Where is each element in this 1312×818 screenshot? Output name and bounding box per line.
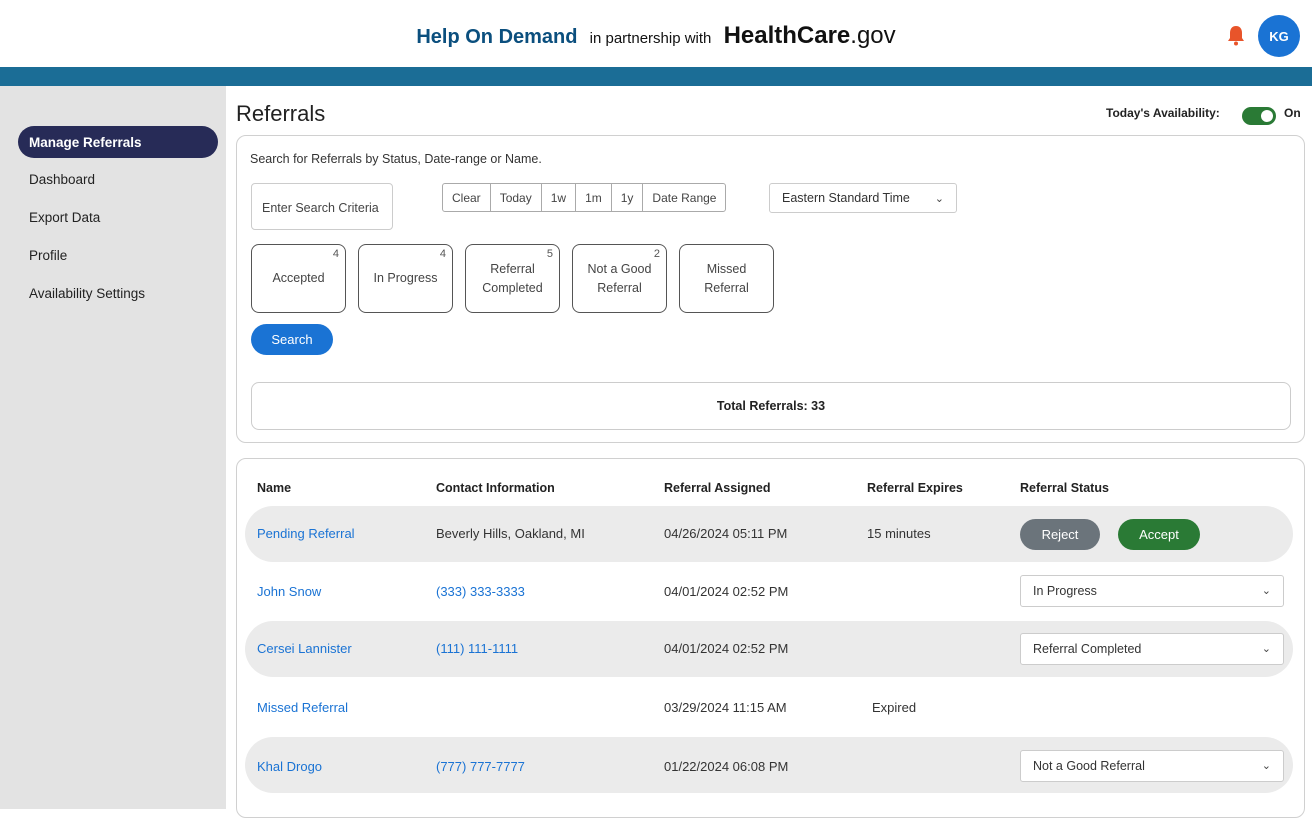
row-phone-link[interactable]: (111) 111-1111 bbox=[436, 641, 518, 656]
sidebar-item-availability-settings[interactable]: Availability Settings bbox=[18, 277, 218, 309]
reject-button[interactable]: Reject bbox=[1020, 519, 1100, 550]
brand-banner: Help On Demand in partnership with Healt… bbox=[0, 22, 1312, 50]
range-1w-button[interactable]: 1w bbox=[542, 184, 577, 211]
column-header-expires: Referral Expires bbox=[867, 481, 963, 495]
status-label: Referral Completed bbox=[482, 261, 543, 295]
search-input[interactable]: Enter Search Criteria bbox=[251, 183, 393, 230]
status-filter-referral-completed[interactable]: 5 Referral Completed bbox=[465, 244, 560, 313]
status-label: Missed Referral bbox=[704, 261, 749, 295]
chevron-down-icon: ⌄ bbox=[1261, 760, 1271, 772]
partner-logo: HealthCare bbox=[723, 22, 851, 49]
accept-button[interactable]: Accept bbox=[1118, 519, 1200, 550]
status-select[interactable]: Referral Completed ⌄ bbox=[1020, 633, 1284, 665]
page-title: Referrals bbox=[236, 101, 326, 126]
sidebar-item-export-data[interactable]: Export Data bbox=[18, 201, 218, 233]
row-name-link[interactable]: Cersei Lannister bbox=[257, 641, 352, 656]
sidebar-item-manage-referrals[interactable]: Manage Referrals bbox=[18, 126, 218, 158]
status-label: In Progress bbox=[373, 271, 438, 285]
row-assigned: 01/22/2024 06:08 PM bbox=[664, 759, 789, 774]
search-button[interactable]: Search bbox=[251, 324, 333, 355]
status-label: Accepted bbox=[272, 271, 325, 285]
chevron-down-icon: ⌄ bbox=[1261, 585, 1271, 597]
status-label: Not a Good Referral bbox=[587, 261, 652, 295]
row-assigned: 04/26/2024 05:11 PM bbox=[664, 526, 788, 541]
row-assigned: 04/01/2024 02:52 PM bbox=[664, 641, 789, 656]
row-name-link[interactable]: John Snow bbox=[257, 584, 321, 599]
timezone-value: Eastern Standard Time bbox=[782, 191, 910, 205]
column-header-name: Name bbox=[257, 481, 292, 495]
row-name-link[interactable]: Missed Referral bbox=[257, 700, 348, 715]
status-select-value: In Progress bbox=[1033, 584, 1097, 598]
partner-logo-suffix: .gov bbox=[850, 22, 896, 49]
brand-logo: Help On Demand bbox=[416, 26, 578, 48]
status-select-value: Not a Good Referral bbox=[1033, 759, 1145, 773]
availability-state: On bbox=[1284, 106, 1301, 120]
row-name-link[interactable]: Pending Referral bbox=[257, 526, 355, 541]
range-clear-button[interactable]: Clear bbox=[443, 184, 491, 211]
timezone-select[interactable]: Eastern Standard Time ⌄ bbox=[769, 183, 957, 213]
chevron-down-icon: ⌄ bbox=[934, 193, 944, 205]
row-name-link[interactable]: Khal Drogo bbox=[257, 759, 322, 774]
range-date-range-button[interactable]: Date Range bbox=[643, 184, 725, 211]
status-select[interactable]: In Progress ⌄ bbox=[1020, 575, 1284, 607]
row-contact: Beverly Hills, Oakland, MI bbox=[436, 526, 585, 541]
top-header: Help On Demand in partnership with Healt… bbox=[0, 0, 1312, 67]
status-filter-in-progress[interactable]: 4 In Progress bbox=[358, 244, 453, 313]
total-referrals: Total Referrals: 33 bbox=[251, 382, 1291, 430]
bell-icon[interactable] bbox=[1225, 24, 1247, 46]
toggle-knob bbox=[1261, 110, 1273, 122]
column-header-assigned: Referral Assigned bbox=[664, 481, 771, 495]
user-avatar[interactable]: KG bbox=[1258, 15, 1300, 57]
status-select[interactable]: Not a Good Referral ⌄ bbox=[1020, 750, 1284, 782]
date-range-segmented-control: Clear Today 1w 1m 1y Date Range bbox=[442, 183, 727, 212]
row-expires: 15 minutes bbox=[867, 526, 931, 541]
status-filter-accepted[interactable]: 4 Accepted bbox=[251, 244, 346, 313]
availability-label: Today's Availability: bbox=[1106, 106, 1220, 120]
column-header-status: Referral Status bbox=[1020, 481, 1109, 495]
sidebar-item-dashboard[interactable]: Dashboard bbox=[18, 163, 218, 195]
row-phone-link[interactable]: (777) 777-7777 bbox=[436, 759, 525, 774]
range-1y-button[interactable]: 1y bbox=[612, 184, 644, 211]
sidebar-item-profile[interactable]: Profile bbox=[18, 239, 218, 271]
availability-toggle[interactable] bbox=[1242, 107, 1276, 125]
chevron-down-icon: ⌄ bbox=[1261, 643, 1271, 655]
status-filter-missed-referral[interactable]: Missed Referral bbox=[679, 244, 774, 313]
row-phone-link[interactable]: (333) 333-3333 bbox=[436, 584, 525, 599]
partner-text: in partnership with bbox=[589, 30, 712, 47]
column-header-contact: Contact Information bbox=[436, 481, 555, 495]
status-filter-not-a-good-referral[interactable]: 2 Not a Good Referral bbox=[572, 244, 667, 313]
status-select-value: Referral Completed bbox=[1033, 642, 1142, 656]
header-accent-bar bbox=[0, 67, 1312, 86]
search-hint: Search for Referrals by Status, Date-ran… bbox=[250, 152, 542, 166]
row-assigned: 04/01/2024 02:52 PM bbox=[664, 584, 789, 599]
sidebar: Manage Referrals Dashboard Export Data P… bbox=[0, 86, 226, 809]
range-1m-button[interactable]: 1m bbox=[576, 184, 612, 211]
row-assigned: 03/29/2024 11:15 AM bbox=[664, 700, 787, 715]
row-expires: Expired bbox=[872, 700, 917, 715]
range-today-button[interactable]: Today bbox=[491, 184, 542, 211]
